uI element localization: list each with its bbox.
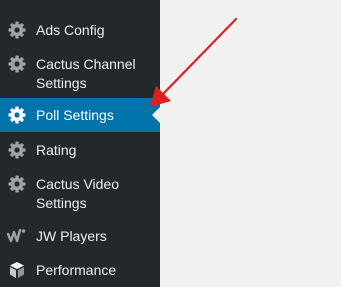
sidebar-item-poll-settings[interactable]: Poll Settings bbox=[0, 98, 160, 132]
sidebar-item-jw-players[interactable]: JW Players bbox=[0, 224, 160, 248]
active-menu-pointer bbox=[152, 107, 160, 123]
sidebar-item-label: Performance bbox=[36, 262, 117, 278]
gear-icon bbox=[7, 140, 27, 160]
sidebar-item-label: Cactus Video Settings bbox=[36, 176, 120, 211]
gear-icon bbox=[7, 54, 27, 74]
sidebar-item-cactus-channel-settings[interactable]: Cactus Channel Settings bbox=[0, 52, 160, 94]
sidebar-item-ads-config[interactable]: Ads Config bbox=[0, 18, 160, 42]
cube-icon bbox=[7, 260, 27, 280]
sidebar-item-label: Cactus Channel Settings bbox=[36, 56, 136, 91]
jw-player-icon bbox=[7, 226, 27, 246]
sidebar-item-cactus-video-settings[interactable]: Cactus Video Settings bbox=[0, 172, 160, 214]
admin-sidebar: Ads Config Cactus Channel Settings Poll … bbox=[0, 0, 160, 287]
gear-icon bbox=[7, 105, 27, 125]
sidebar-item-label: Rating bbox=[36, 142, 77, 158]
gear-icon bbox=[7, 174, 27, 194]
sidebar-item-label: Poll Settings bbox=[36, 107, 114, 123]
sidebar-item-performance[interactable]: Performance bbox=[0, 258, 160, 282]
sidebar-item-label: Ads Config bbox=[36, 22, 105, 38]
sidebar-item-rating[interactable]: Rating bbox=[0, 138, 160, 162]
sidebar-item-label: JW Players bbox=[36, 228, 107, 244]
gear-icon bbox=[7, 20, 27, 40]
